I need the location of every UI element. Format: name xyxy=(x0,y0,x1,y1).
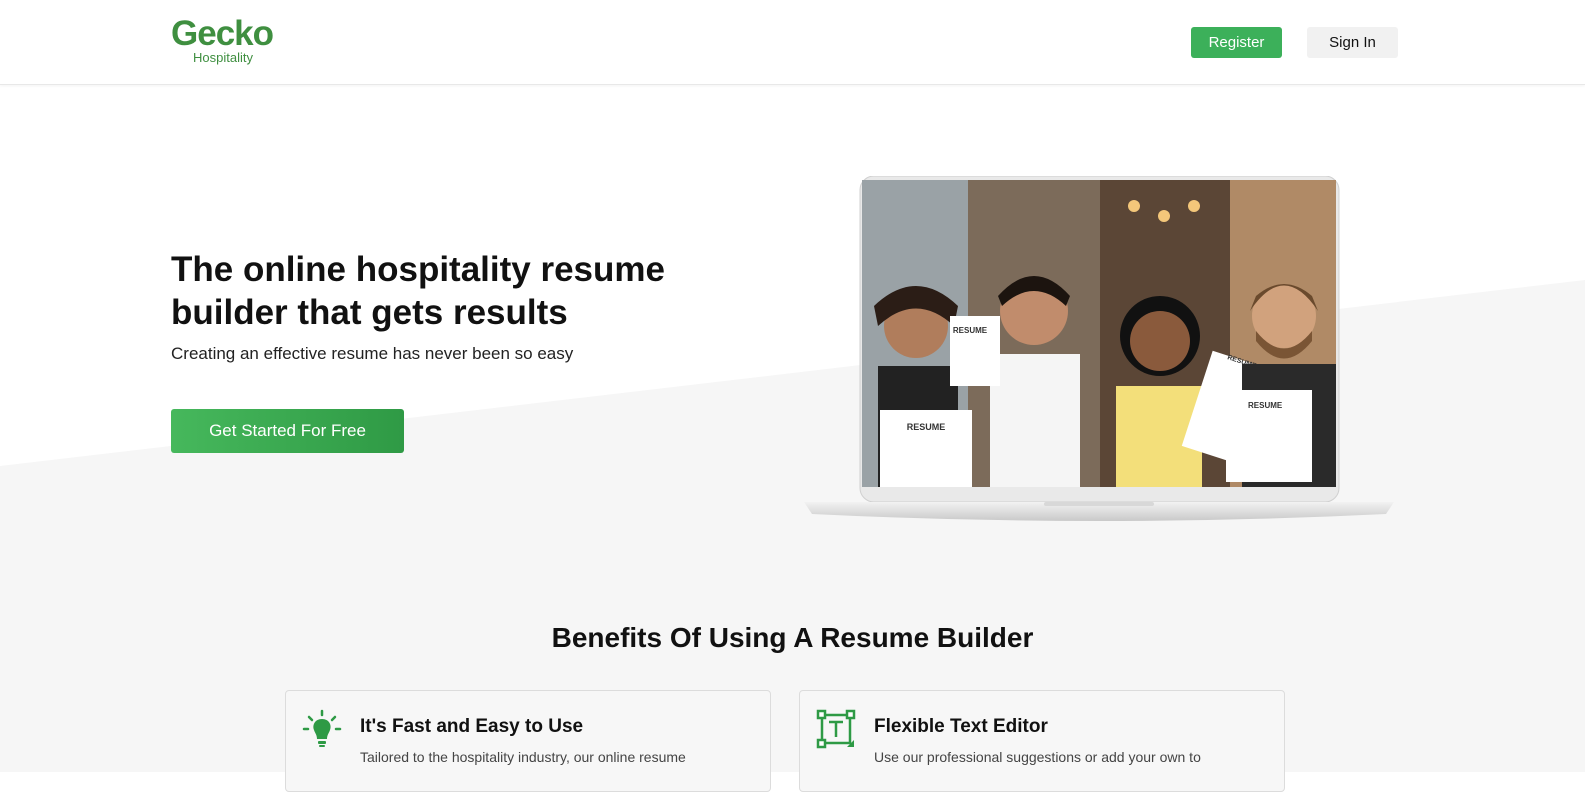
lightbulb-icon xyxy=(302,709,342,747)
hero-title: The online hospitality resume builder th… xyxy=(171,250,665,332)
svg-text:RESUME: RESUME xyxy=(1248,401,1283,410)
svg-text:RESUME: RESUME xyxy=(953,326,988,335)
logo-word: Gecko xyxy=(171,14,274,53)
logo-tagline: Hospitality xyxy=(193,50,253,65)
signin-button[interactable]: Sign In xyxy=(1307,27,1398,58)
benefit-text: Use our professional suggestions or add … xyxy=(874,749,1201,765)
benefit-card-editor: Flexible Text Editor Use our professiona… xyxy=(799,690,1285,792)
laptop-hero-image: RESUME RESUME RESUME RESUME xyxy=(804,176,1394,521)
svg-text:RESUME: RESUME xyxy=(907,422,946,432)
hero-subtitle: Creating an effective resume has never b… xyxy=(171,344,574,363)
benefit-card-fast: It's Fast and Easy to Use Tailored to th… xyxy=(285,690,771,792)
benefit-title: It's Fast and Easy to Use xyxy=(360,716,584,737)
benefits-heading: Benefits Of Using A Resume Builder xyxy=(551,622,1034,653)
get-started-button[interactable]: Get Started For Free xyxy=(171,409,404,453)
register-button[interactable]: Register xyxy=(1191,27,1282,58)
benefit-title: Flexible Text Editor xyxy=(874,716,1048,737)
text-editor-icon xyxy=(816,709,856,749)
benefit-text: Tailored to the hospitality industry, ou… xyxy=(360,749,686,765)
site-header: Gecko Hospitality Register Sign In xyxy=(0,0,1585,85)
gecko-logo[interactable]: Gecko Hospitality xyxy=(171,14,281,70)
